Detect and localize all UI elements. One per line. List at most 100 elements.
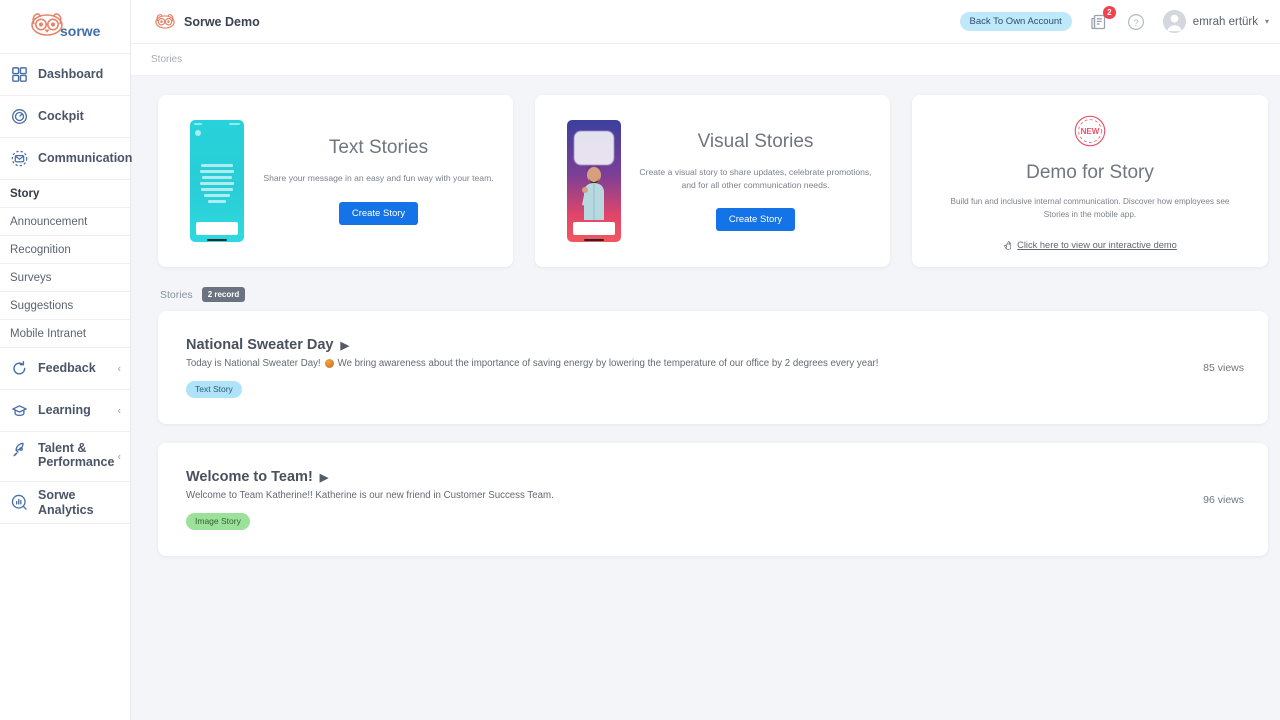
sidebar-logo[interactable]: sorwe xyxy=(0,0,130,54)
owl-logo-icon xyxy=(155,13,175,29)
sidebar-item-label: Dashboard xyxy=(38,67,104,82)
status-badge: Image Story xyxy=(186,512,250,530)
story-title-row: Welcome to Team! ▶ xyxy=(186,469,1203,485)
chevron-left-icon: ‹ xyxy=(117,363,121,374)
user-menu[interactable]: emrah ertürk ▾ xyxy=(1162,10,1269,33)
new-stamp-icon: NEW xyxy=(1074,115,1106,147)
chevron-left-icon: ‹ xyxy=(117,405,121,416)
sidebar-item-cockpit[interactable]: Cockpit xyxy=(0,96,130,138)
workspace-brand[interactable]: Sorwe Demo xyxy=(153,13,260,31)
sidebar-subitem-label: Surveys xyxy=(10,271,52,284)
record-count-badge: 2 record xyxy=(201,287,246,302)
sidebar-item-communication[interactable]: Communication ⌄ xyxy=(0,138,132,180)
card-title: Demo for Story xyxy=(1026,161,1154,183)
card-description: Share your message in an easy and fun wa… xyxy=(263,173,494,184)
talent-rocket-icon xyxy=(13,442,24,457)
breadcrumb: Stories xyxy=(131,44,1280,76)
story-content: National Sweater Day ▶ Today is National… xyxy=(186,337,1203,398)
sidebar-item-recognition[interactable]: Recognition xyxy=(0,236,130,264)
news-badge-count: 2 xyxy=(1102,5,1116,19)
create-story-button[interactable]: Create Story xyxy=(715,208,796,232)
card-title: Visual Stories xyxy=(697,130,814,152)
back-to-own-account-button[interactable]: Back To Own Account xyxy=(959,11,1072,32)
visual-story-phone-preview xyxy=(567,120,621,242)
sidebar: sorwe Dashboard Cockpit Communication ⌄ … xyxy=(0,0,132,720)
help-button[interactable]: ? xyxy=(1126,12,1146,32)
help-question-icon: ? xyxy=(1127,13,1144,30)
sidebar-item-announcement[interactable]: Announcement xyxy=(0,208,130,236)
play-triangle-icon[interactable]: ▶ xyxy=(340,339,348,352)
communication-mail-icon xyxy=(11,150,28,167)
card-visual-stories: Visual Stories Create a visual story to … xyxy=(535,95,890,267)
interactive-demo-link[interactable]: Click here to view our interactive demo xyxy=(1003,240,1177,250)
sidebar-item-label: Cockpit xyxy=(38,109,84,124)
stories-section-label: Stories xyxy=(160,288,193,301)
user-name: emrah ertürk xyxy=(1192,15,1258,28)
new-stamp-label: NEW xyxy=(1081,127,1100,136)
person-illustration-icon xyxy=(582,165,604,220)
content-area: Text Stories Share your message in an ea… xyxy=(131,76,1280,720)
sidebar-item-feedback[interactable]: Feedback ‹ xyxy=(0,348,130,390)
breadcrumb-current: Stories xyxy=(151,54,183,65)
analytics-chart-icon xyxy=(11,494,27,510)
grid-dashboard-icon xyxy=(12,67,27,82)
sidebar-item-mobile-intranet[interactable]: Mobile Intranet xyxy=(0,320,130,348)
sidebar-item-dashboard[interactable]: Dashboard xyxy=(0,54,130,96)
table-row[interactable]: National Sweater Day ▶ Today is National… xyxy=(158,311,1268,424)
workspace-name: Sorwe Demo xyxy=(184,14,260,29)
sidebar-item-label: Sorwe Analytics xyxy=(38,488,94,517)
card-description: Build fun and inclusive internal communi… xyxy=(950,196,1230,219)
story-views: 85 views xyxy=(1203,361,1244,374)
sidebar-subitem-label: Mobile Intranet xyxy=(10,327,87,340)
story-content: Welcome to Team! ▶ Welcome to Team Kathe… xyxy=(186,469,1203,530)
create-story-button[interactable]: Create Story xyxy=(338,201,419,225)
app-root: sorwe Dashboard Cockpit Communication ⌄ … xyxy=(0,0,1280,720)
sidebar-item-surveys[interactable]: Surveys xyxy=(0,264,130,292)
interactive-demo-link-label: Click here to view our interactive demo xyxy=(1017,240,1177,251)
card-visual-stories-body: Visual Stories Create a visual story to … xyxy=(621,131,890,232)
table-row[interactable]: Welcome to Team! ▶ Welcome to Team Kathe… xyxy=(158,443,1268,556)
story-description-before: Welcome to Team Katherine!! Katherine is… xyxy=(186,490,554,502)
play-triangle-icon[interactable]: ▶ xyxy=(320,471,328,484)
sidebar-item-story[interactable]: Story xyxy=(0,180,130,208)
news-button[interactable]: 2 xyxy=(1089,5,1116,32)
avatar xyxy=(1162,10,1186,33)
story-title: National Sweater Day xyxy=(186,337,334,354)
sidebar-subitem-label: Announcement xyxy=(10,215,88,228)
sweater-emoji-icon xyxy=(324,359,334,369)
card-title: Text Stories xyxy=(328,137,429,159)
card-text-stories: Text Stories Share your message in an ea… xyxy=(158,95,513,267)
main-area: Sorwe Demo Back To Own Account 2 ? emrah… xyxy=(131,0,1280,720)
sidebar-item-talent-performance[interactable]: Talent & Performance ‹ xyxy=(0,432,130,482)
sidebar-item-label: Feedback xyxy=(38,361,96,376)
promo-cards: Text Stories Share your message in an ea… xyxy=(158,95,1268,267)
chevron-down-icon: ⌄ xyxy=(114,153,122,163)
owl-logo-icon: sorwe xyxy=(31,12,101,39)
sidebar-item-sorwe-analytics[interactable]: Sorwe Analytics xyxy=(0,482,130,524)
sidebar-logo-text: sorwe xyxy=(60,23,101,39)
pointing-hand-icon xyxy=(1004,241,1012,250)
text-story-phone-preview xyxy=(190,120,244,242)
svg-text:?: ? xyxy=(1133,17,1138,28)
sidebar-item-label: Talent & Performance xyxy=(38,441,115,470)
chevron-down-icon: ▾ xyxy=(1264,17,1269,26)
sidebar-item-suggestions[interactable]: Suggestions xyxy=(0,292,130,320)
story-description-after: We bring awareness about the importance … xyxy=(337,358,879,370)
story-description: Today is National Sweater Day! We bring … xyxy=(186,358,1203,369)
card-text-stories-body: Text Stories Share your message in an ea… xyxy=(244,137,513,225)
chevron-left-icon: ‹ xyxy=(117,451,121,462)
sidebar-subitem-label: Suggestions xyxy=(10,299,74,312)
user-avatar-icon xyxy=(1162,10,1186,33)
sidebar-item-learning[interactable]: Learning ‹ xyxy=(0,390,130,432)
story-title: Welcome to Team! xyxy=(186,469,313,486)
card-demo-for-story: NEW Demo for Story Build fun and inclusi… xyxy=(912,95,1268,267)
card-description: Create a visual story to share updates, … xyxy=(639,166,872,190)
top-bar: Sorwe Demo Back To Own Account 2 ? emrah… xyxy=(131,0,1280,44)
story-description: Welcome to Team Katherine!! Katherine is… xyxy=(186,490,1203,501)
status-badge: Text Story xyxy=(186,380,242,398)
story-description-before: Today is National Sweater Day! xyxy=(186,358,321,370)
topbar-actions: Back To Own Account 2 ? emrah ertürk ▾ xyxy=(959,5,1269,33)
sidebar-subitem-label: Story xyxy=(10,187,40,200)
learning-graduation-cap-icon xyxy=(12,405,27,417)
stories-section-header: Stories 2 record xyxy=(160,287,1268,302)
